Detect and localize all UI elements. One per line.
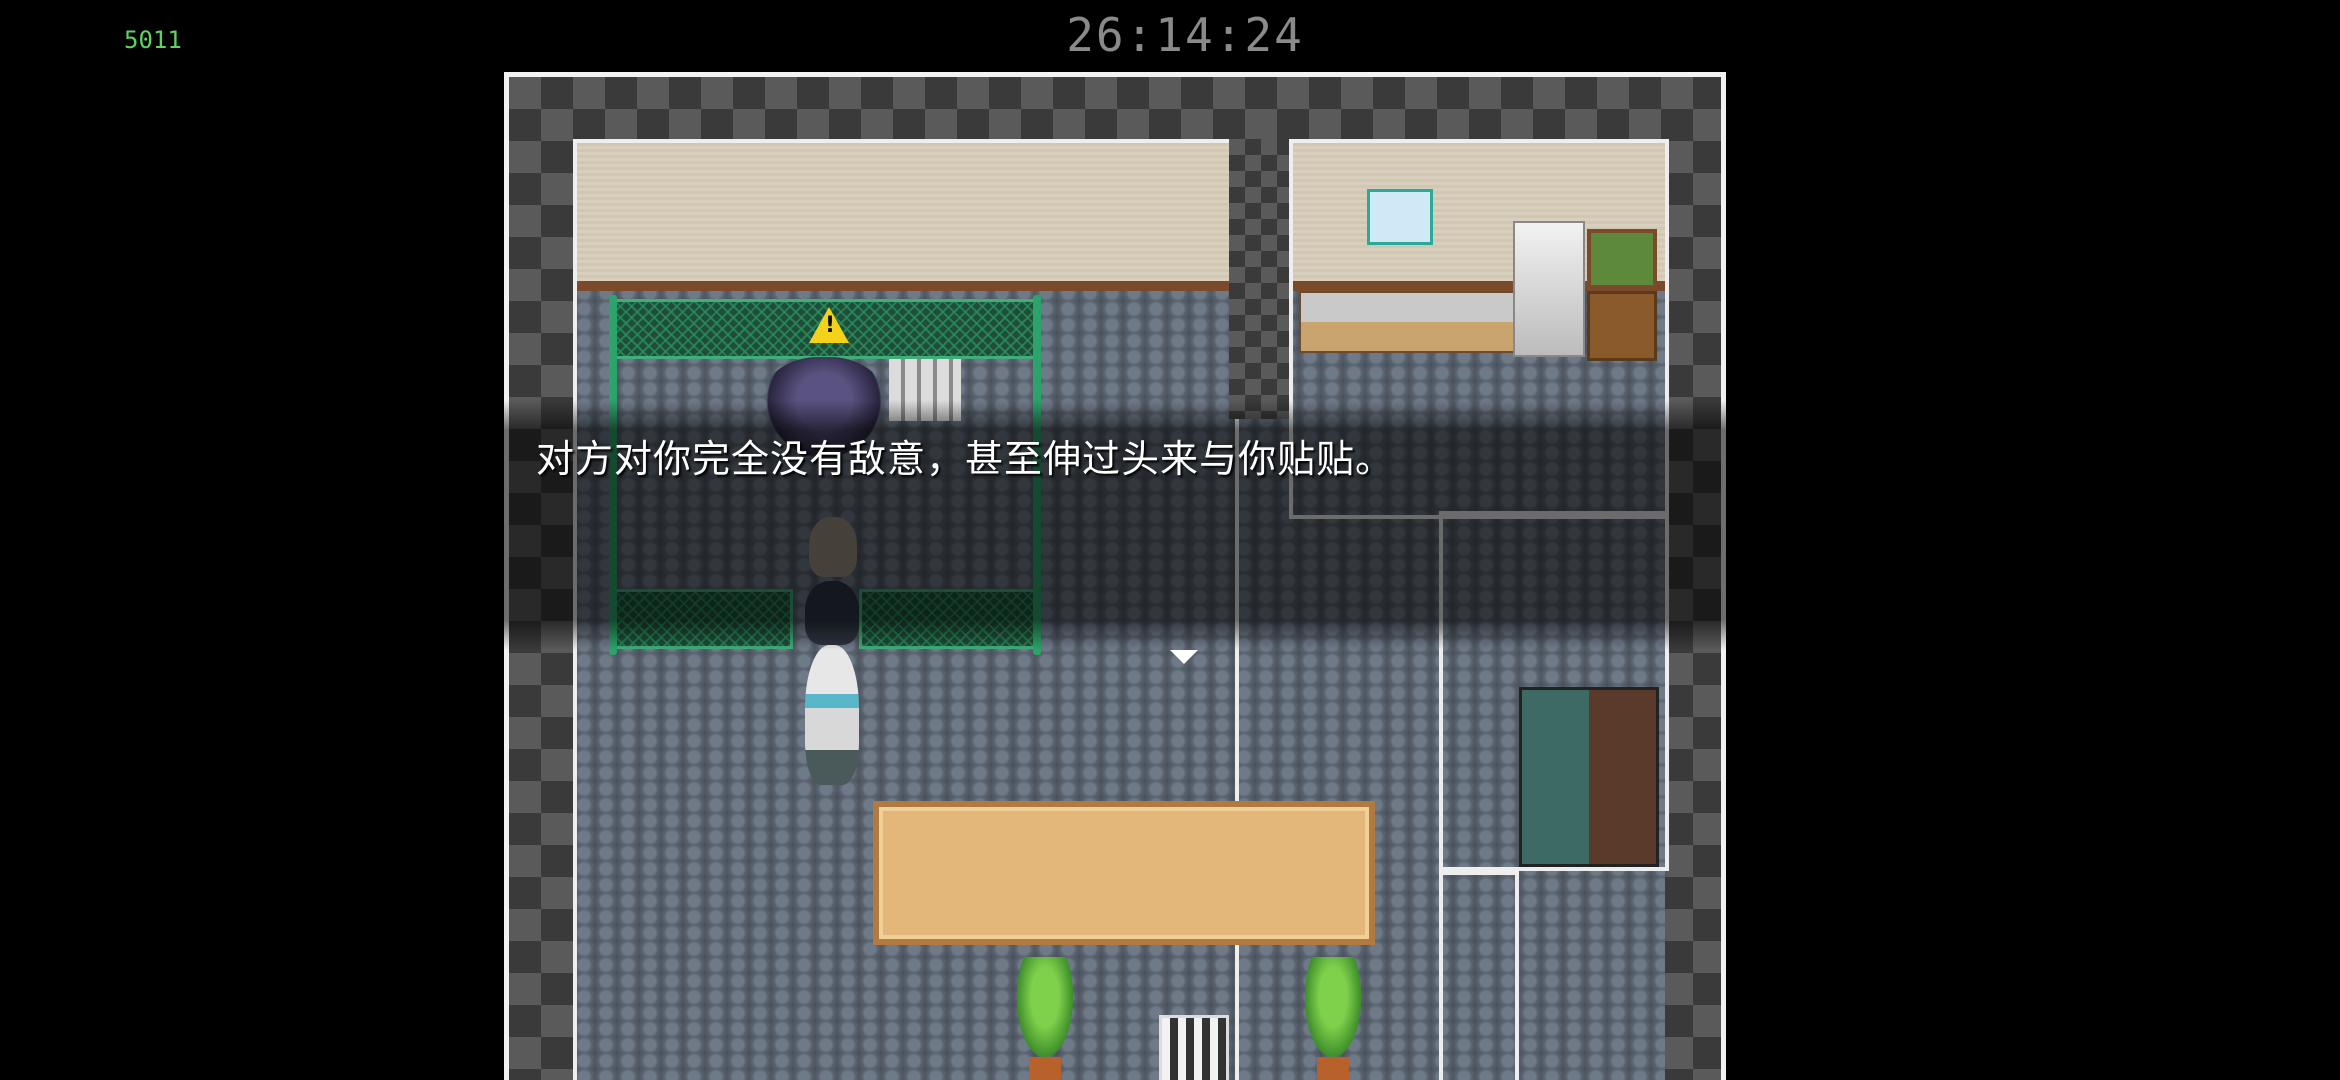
play-timer: 26:14:24 (1066, 8, 1304, 62)
floor-rug (873, 801, 1375, 945)
storage-lockers (1519, 687, 1659, 867)
dialog-box[interactable]: 对方对你完全没有敌意，甚至伸过头来与你贴贴。 (504, 400, 1726, 650)
bulletin-board (1587, 229, 1657, 289)
main-room-wall (577, 143, 1235, 291)
corridor-outline (1439, 871, 1519, 1080)
warning-triangle-icon: ! (809, 307, 849, 343)
kitchen-counter (1299, 291, 1515, 353)
kitchen-window (1367, 189, 1433, 245)
continue-arrow-icon[interactable] (1170, 650, 1198, 664)
player-character[interactable] (805, 645, 859, 785)
exit-stairway[interactable] (1159, 1015, 1229, 1080)
potted-plant-right (1305, 957, 1361, 1080)
potted-plant-left (1017, 957, 1073, 1080)
refrigerator (1513, 221, 1585, 357)
wooden-cabinet (1587, 291, 1657, 361)
divider-pillar (1229, 139, 1289, 419)
dialog-message: 对方对你完全没有敌意，甚至伸过头来与你贴贴。 (536, 437, 1395, 481)
